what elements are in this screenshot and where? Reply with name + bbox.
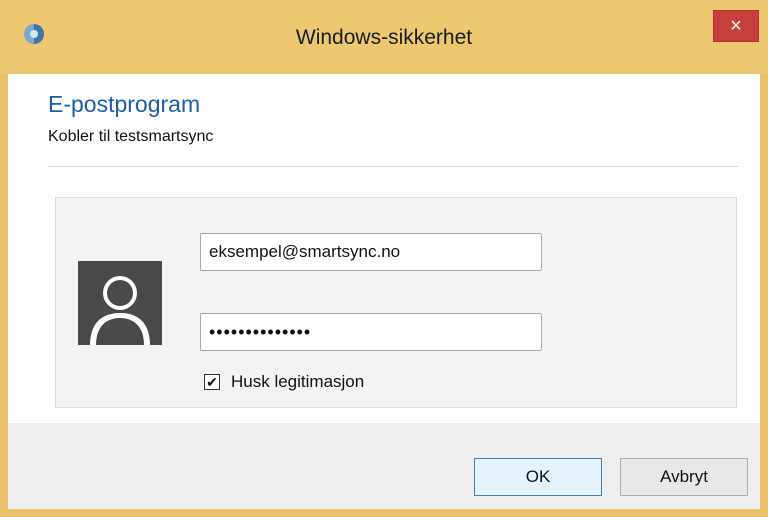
close-button[interactable]: × <box>713 10 759 42</box>
remember-credentials-checkbox[interactable]: ✔ <box>204 374 220 390</box>
dialog-body: E-postprogram Kobler til testsmartsync e… <box>8 74 760 423</box>
divider <box>48 166 738 167</box>
window-title: Windows-sikkerhet <box>295 26 473 49</box>
username-field[interactable]: eksempel@smartsync.no <box>200 233 542 271</box>
password-field[interactable]: •••••••••••••• <box>200 313 542 351</box>
cancel-button[interactable]: Avbryt <box>620 458 748 496</box>
user-avatar-icon <box>78 261 162 345</box>
title-bar: Windows-sikkerhet × <box>0 0 768 74</box>
ok-button[interactable]: OK <box>474 458 602 496</box>
dialog-subheading: Kobler til testsmartsync <box>48 128 214 145</box>
dialog-heading: E-postprogram <box>48 91 201 117</box>
credential-tile[interactable]: eksempel@smartsync.no •••••••••••••• ✔ H… <box>55 197 737 408</box>
button-bar: OK Avbryt <box>8 423 760 509</box>
remember-credentials-label[interactable]: Husk legitimasjon <box>231 372 364 392</box>
